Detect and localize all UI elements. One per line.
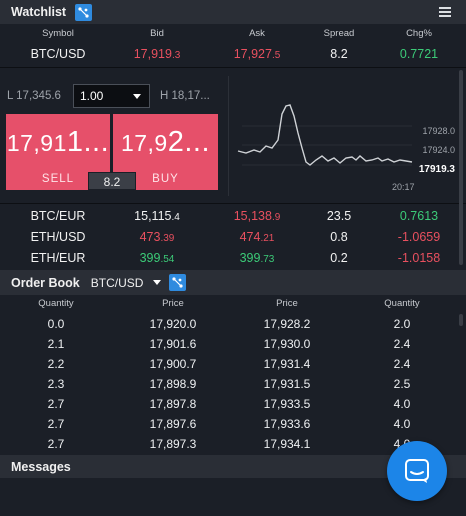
row-bid: 473.39 <box>139 230 175 244</box>
watchlist-column-headers: Symbol Bid Ask Spread Chg% <box>0 28 466 42</box>
watchlist-row[interactable]: BTC/EUR 15,115.4 15,138.9 23.5 0.7613 <box>0 206 466 227</box>
order-book-symbol-select[interactable]: BTC/USD <box>91 276 162 290</box>
watchlist-header: Watchlist <box>0 0 466 24</box>
row-ask: 15,138.9 <box>233 209 281 223</box>
order-book-column-headers: Quantity Price Price Quantity <box>0 298 466 312</box>
order-book-scrollbar[interactable] <box>459 314 463 326</box>
col-ask-quantity: Quantity <box>384 298 420 309</box>
sparkline-line <box>237 104 413 166</box>
spread-badge: 8.2 <box>88 172 136 190</box>
chat-launcher-button[interactable] <box>387 441 447 501</box>
buy-price: 17,92... <box>120 126 211 158</box>
chevron-down-icon <box>153 280 162 285</box>
order-book-table: 0.0 17,920.0 17,928.2 2.0 2.1 17,901.6 17,930… <box>0 314 466 452</box>
row-spread: 0.2 <box>330 251 348 265</box>
day-high: H 18,17... <box>160 90 210 102</box>
table-row[interactable]: 0.0 17,920.0 17,928.2 2.0 <box>0 314 466 334</box>
watchlist-title: Watchlist <box>11 5 67 19</box>
price-sparkline: 17928.0 17924.0 17919.3 20:17 <box>232 70 466 200</box>
row-bid: 399.54 <box>139 251 175 265</box>
row-spread: 8.2 <box>330 47 348 61</box>
col-chg[interactable]: Chg% <box>378 28 460 39</box>
row-symbol: BTC/USD <box>30 47 86 61</box>
col-bid-quantity: Quantity <box>38 298 74 309</box>
x-label-time: 20:17 <box>392 182 415 192</box>
watchlist-row[interactable]: ETH/EUR 399.54 399.73 0.2 -1.0158 <box>0 248 466 269</box>
row-spread: 0.8 <box>330 230 348 244</box>
row-bid: 17,919.3 <box>133 47 181 61</box>
table-row[interactable]: 2.7 17,897.8 17,933.5 4.0 <box>0 394 466 414</box>
col-bid-price: Price <box>162 298 184 309</box>
row-ask: 17,927.5 <box>233 47 281 61</box>
row-ask: 474.21 <box>239 230 275 244</box>
row-bid: 15,115.4 <box>134 209 180 223</box>
row-chg: -1.0659 <box>397 230 441 244</box>
menu-icon[interactable] <box>439 7 451 17</box>
col-ask[interactable]: Ask <box>208 28 306 39</box>
table-row[interactable]: 2.1 17,901.6 17,930.0 2.4 <box>0 334 466 354</box>
watchlist-row-selected[interactable]: BTC/USD 17,919.3 17,927.5 8.2 0.7721 <box>0 44 466 65</box>
messages-title: Messages <box>11 459 71 474</box>
row-chg: 0.7721 <box>399 47 439 61</box>
col-ask-price: Price <box>276 298 298 309</box>
table-row[interactable]: 2.3 17,898.9 17,931.5 2.5 <box>0 374 466 394</box>
row-ask: 399.73 <box>239 251 275 265</box>
row-symbol: ETH/EUR <box>30 251 86 265</box>
col-bid[interactable]: Bid <box>108 28 206 39</box>
col-symbol[interactable]: Symbol <box>14 28 102 39</box>
chat-bubble-icon <box>405 459 429 483</box>
row-chg: 0.7613 <box>399 209 439 223</box>
table-row[interactable]: 2.2 17,900.7 17,931.4 2.4 <box>0 354 466 374</box>
row-symbol: ETH/USD <box>30 230 86 244</box>
watchlist-scrollbar[interactable] <box>459 70 463 265</box>
day-low: L 17,345.6 <box>7 90 61 102</box>
link-icon[interactable] <box>169 274 187 291</box>
table-row[interactable]: 2.7 17,897.6 17,933.6 4.0 <box>0 414 466 434</box>
row-chg: -1.0158 <box>397 251 441 265</box>
trade-panel: L 17,345.6 1.00 H 18,17... 17,911... SEL… <box>0 67 466 204</box>
divider <box>228 76 229 196</box>
chevron-down-icon <box>133 94 141 99</box>
watchlist-row[interactable]: ETH/USD 473.39 474.21 0.8 -1.0659 <box>0 227 466 248</box>
order-book-title: Order Book <box>11 275 80 290</box>
sell-price: 17,911... <box>6 126 110 158</box>
y-label-current: 17919.3 <box>418 164 455 175</box>
row-symbol: BTC/EUR <box>30 209 86 223</box>
y-label-mid: 17924.0 <box>422 145 455 155</box>
row-spread: 23.5 <box>326 209 352 223</box>
order-book-header: Order Book BTC/USD <box>0 270 466 295</box>
link-icon[interactable] <box>75 3 93 21</box>
quantity-select[interactable]: 1.00 <box>73 84 150 108</box>
col-spread[interactable]: Spread <box>300 28 378 39</box>
y-label-top: 17928.0 <box>422 126 455 136</box>
